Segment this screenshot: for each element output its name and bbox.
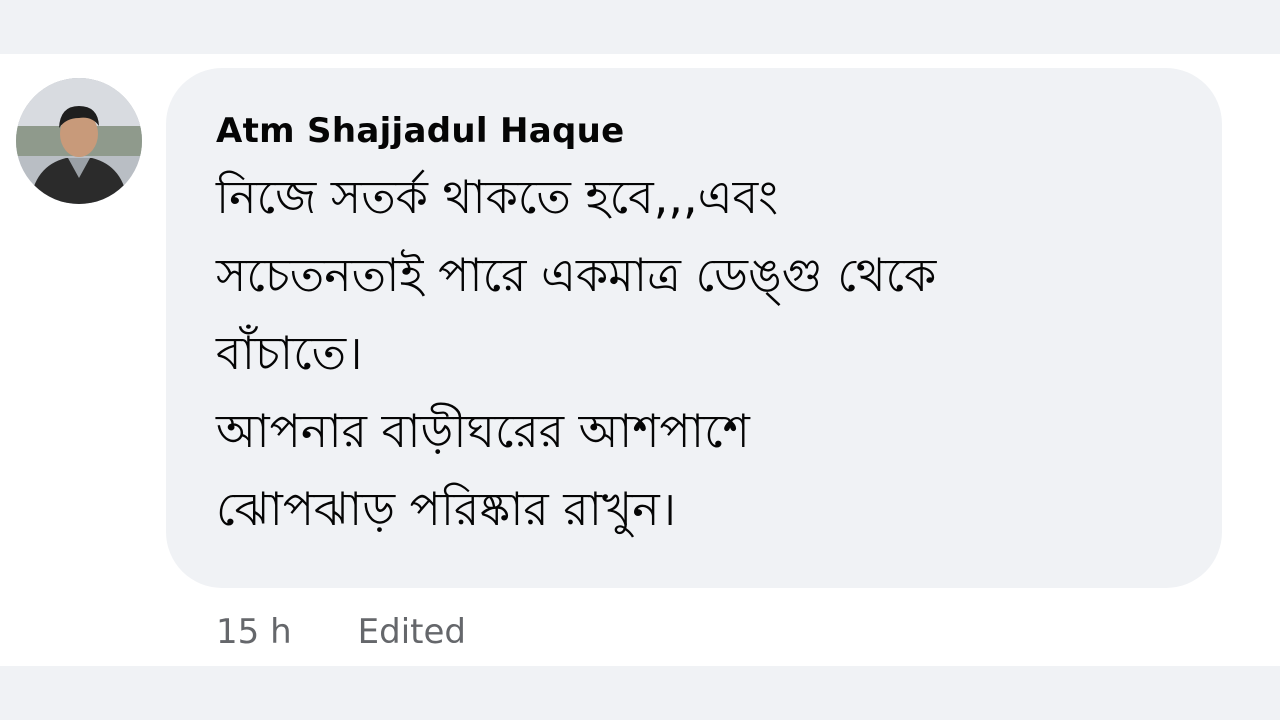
top-divider-strip <box>0 0 1280 54</box>
comment-author-name[interactable]: Atm Shajjadul Haque <box>216 108 1172 154</box>
comment-text: নিজে সতর্ক থাকতে হবে,,,এবং সচেতনতাই পারে… <box>216 170 937 536</box>
comment-bubble: Atm Shajjadul Haque নিজে সতর্ক থাকতে হবে… <box>166 68 1222 588</box>
edited-label[interactable]: Edited <box>358 612 466 652</box>
comment-timestamp[interactable]: 15 h <box>216 612 292 652</box>
avatar-photo-icon <box>16 78 142 204</box>
bottom-divider-strip <box>0 666 1280 720</box>
comment-meta: 15 h Edited <box>216 604 466 660</box>
user-avatar[interactable] <box>16 78 142 204</box>
